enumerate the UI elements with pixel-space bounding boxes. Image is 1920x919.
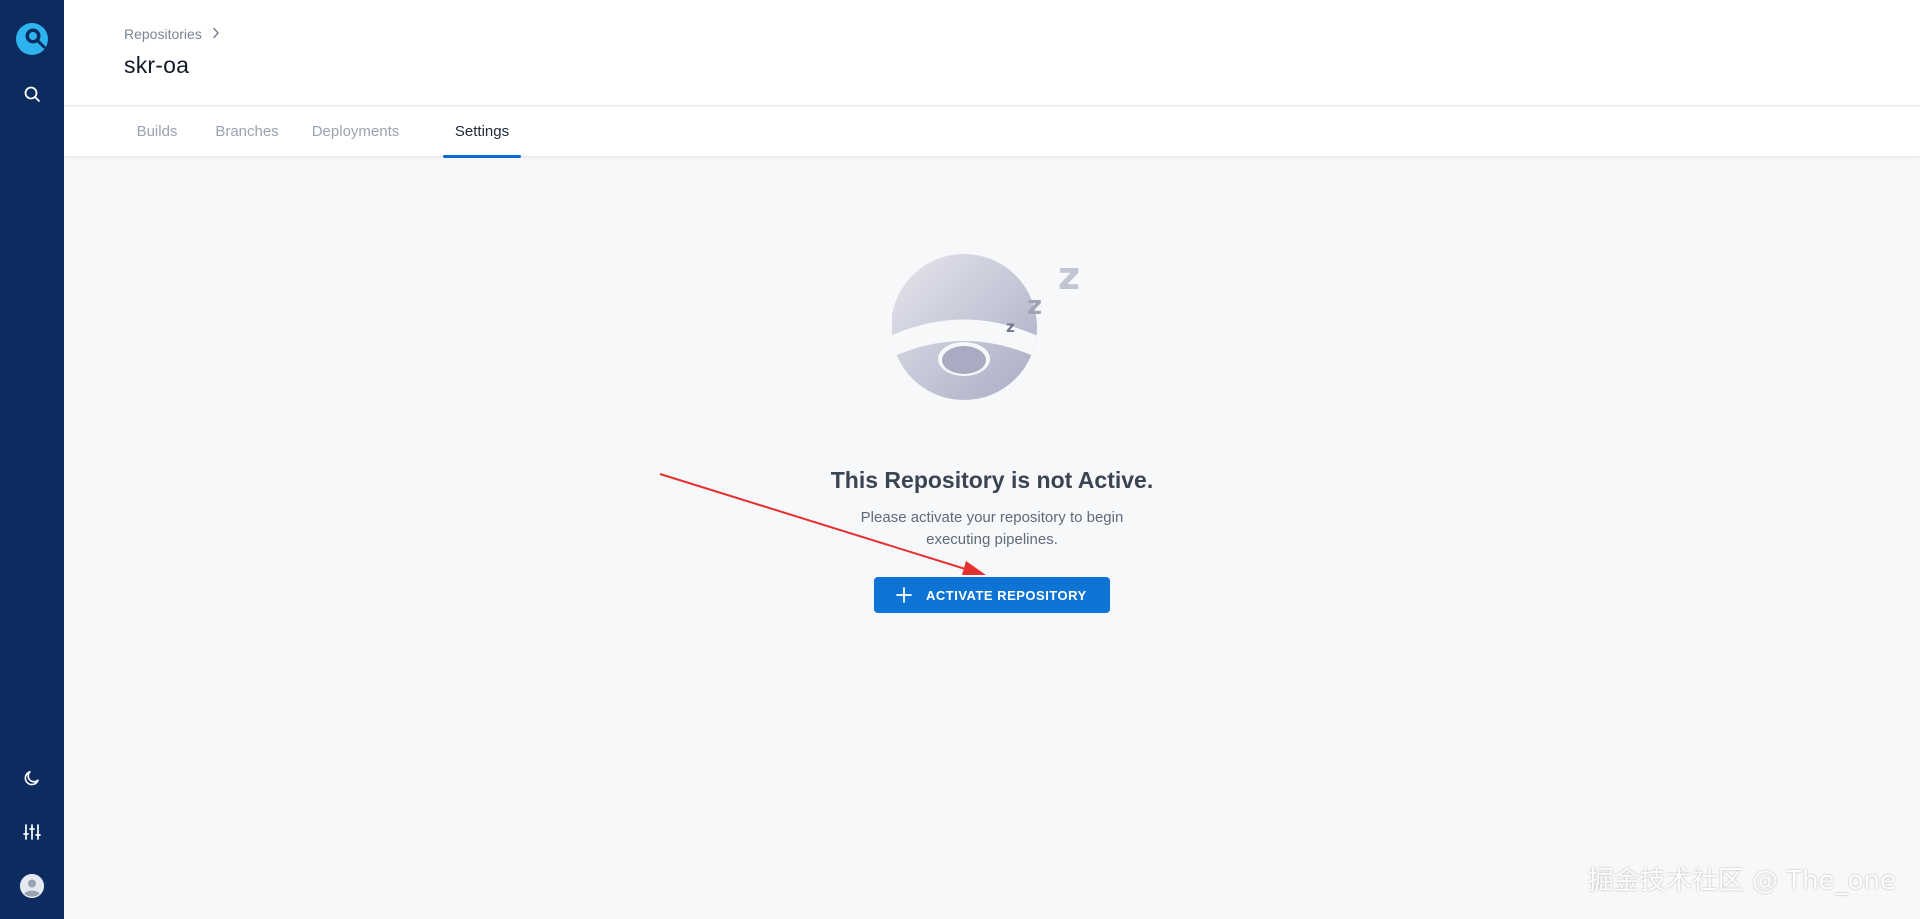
sleeping-logo-illustration: z z z	[891, 252, 1092, 427]
page-header: Repositories skr-oa	[64, 0, 1920, 106]
svg-text:z: z	[1058, 254, 1080, 298]
page-title: skr-oa	[124, 52, 190, 78]
sidebar-bottom	[0, 758, 64, 906]
empty-state-description: Please activate your repository to begin…	[860, 509, 1124, 548]
watermark: 掘金技术社区 @ The_one	[1587, 866, 1896, 896]
breadcrumb-repositories-link[interactable]: Repositories	[124, 26, 202, 42]
moon-icon[interactable]	[12, 758, 52, 798]
user-avatar-button[interactable]	[12, 866, 52, 906]
plus-icon	[896, 587, 912, 603]
sidebar	[0, 0, 64, 919]
empty-state: z z z This Repository is not Active. Ple…	[64, 157, 1920, 919]
drone-logo-icon[interactable]	[15, 22, 49, 56]
tab-branches[interactable]: Branches	[212, 107, 282, 157]
search-icon[interactable]	[12, 74, 52, 114]
activate-repository-button[interactable]: ACTIVATE REPOSITORY	[874, 577, 1110, 613]
empty-state-title: This Repository is not Active.	[830, 467, 1154, 493]
repo-tabs: Builds Branches Deployments Settings	[64, 107, 1920, 158]
tab-deployments[interactable]: Deployments	[309, 107, 402, 157]
breadcrumb: Repositories	[124, 26, 220, 42]
sliders-icon[interactable]	[12, 812, 52, 852]
chevron-right-icon	[212, 26, 220, 42]
tab-builds[interactable]: Builds	[124, 107, 190, 157]
svg-text:z: z	[1027, 291, 1042, 321]
activate-button-label: ACTIVATE REPOSITORY	[926, 587, 1087, 603]
svg-text:z: z	[1006, 318, 1015, 336]
tab-settings[interactable]: Settings	[443, 107, 521, 158]
user-avatar-icon	[20, 874, 44, 898]
